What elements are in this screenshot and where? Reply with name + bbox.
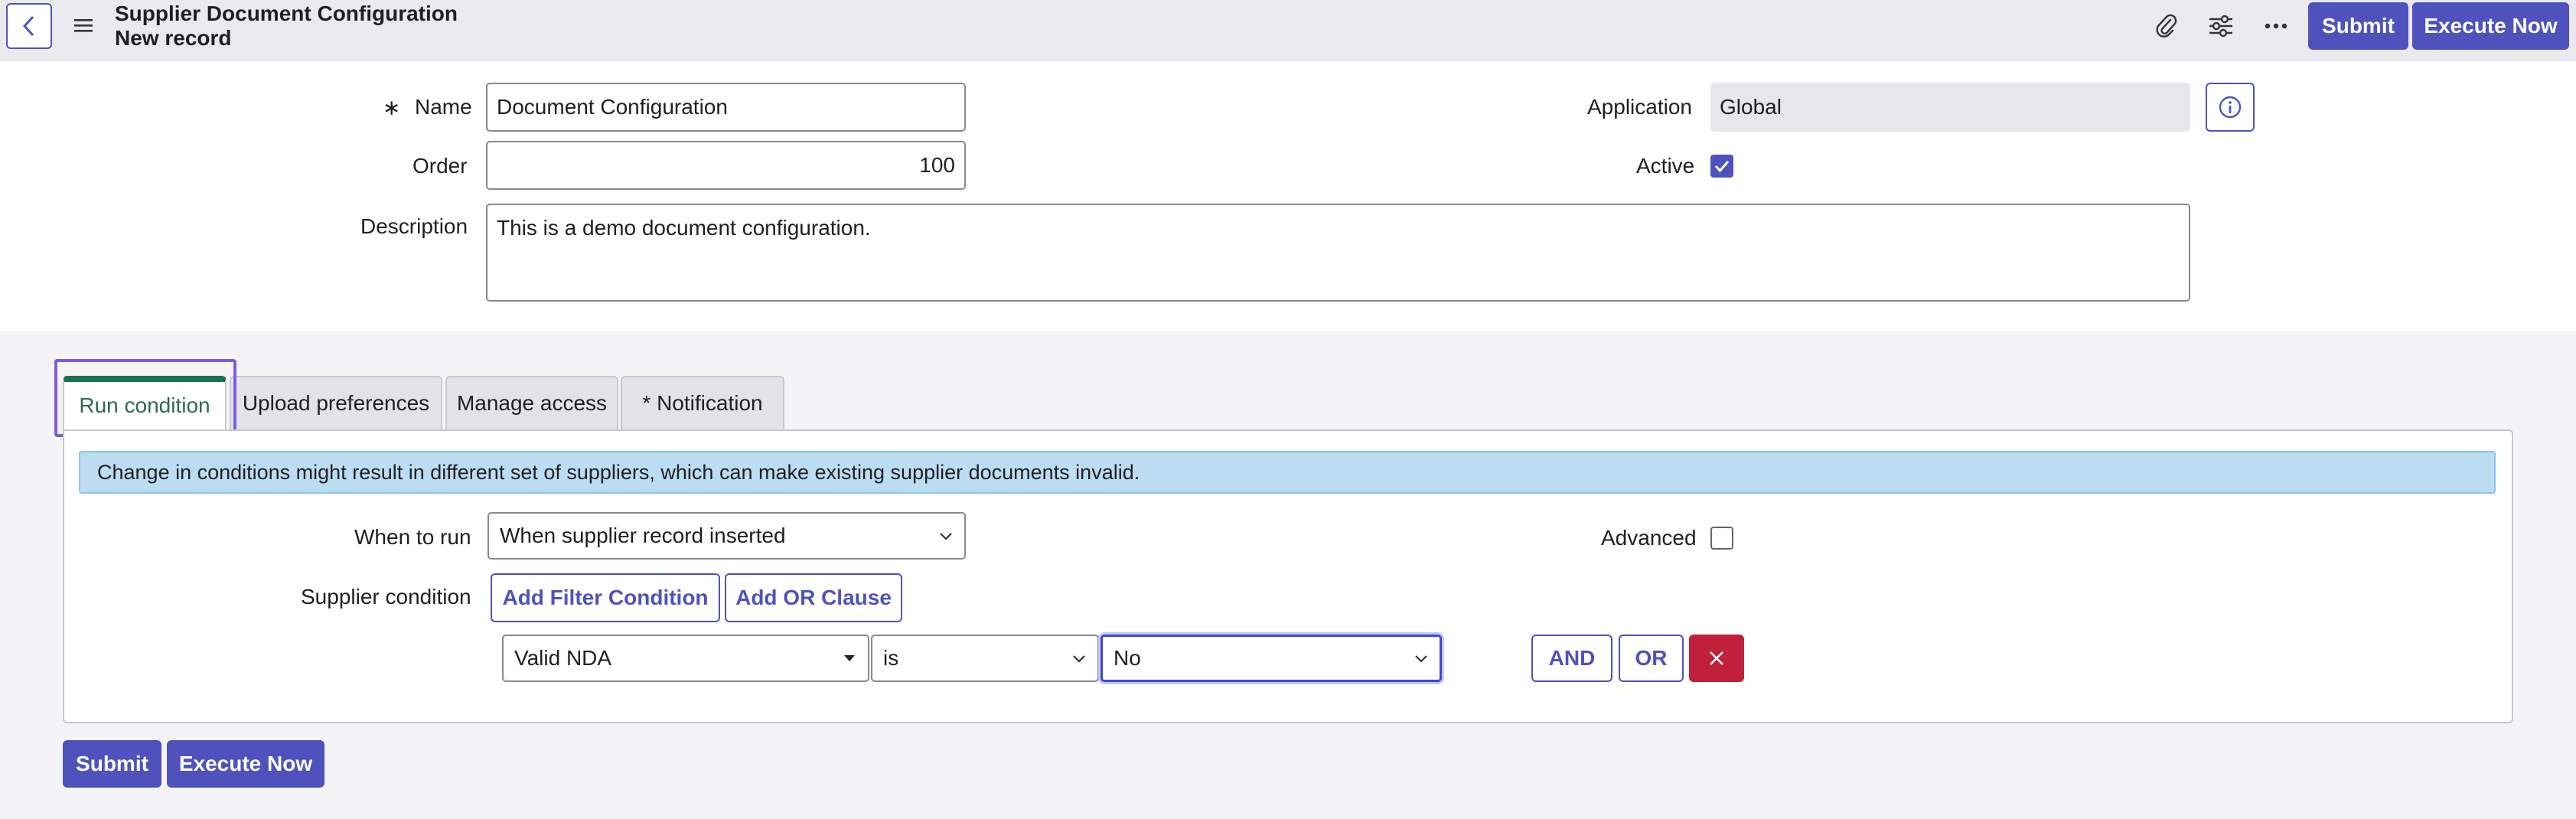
attachment-icon[interactable] [2150,11,2181,41]
checkmark-icon [1714,161,1730,173]
when-to-run-select[interactable]: When supplier record inserted [487,512,966,560]
record-header: Supplier Document Configuration New reco… [0,0,2576,61]
form-title-main: Supplier Document Configuration [115,2,458,25]
tab-notification[interactable]: * Notification [621,376,784,429]
add-filter-condition-button[interactable]: Add Filter Condition [491,573,720,622]
advanced-checkbox[interactable] [1710,527,1733,550]
form-subtitle: New record [115,26,232,50]
chevron-left-icon [22,15,34,37]
close-icon [1710,651,1723,665]
application-info-button[interactable] [2206,83,2255,132]
advanced-label: Advanced [1601,526,1697,550]
when-to-run-label: When to run [354,525,471,549]
add-or-clause-button[interactable]: Add OR Clause [725,573,902,622]
info-banner: Change in conditions might result in dif… [79,451,2496,494]
context-menu-icon[interactable] [73,15,93,35]
active-label: Active [1636,154,1695,178]
active-checkbox[interactable] [1710,155,1733,178]
description-textarea[interactable]: This is a demo document configuration. [486,204,2190,302]
chevron-down-icon [940,533,952,540]
condition-field-value: Valid NDA [514,646,612,670]
condition-value-select[interactable]: No [1101,635,1442,682]
or-button[interactable]: OR [1619,635,1684,682]
back-button[interactable] [6,3,52,49]
application-label: Application [1587,95,1692,119]
condition-field-select[interactable]: Valid NDA [502,635,869,682]
and-button[interactable]: AND [1531,635,1612,682]
delete-condition-button[interactable] [1689,635,1744,682]
name-required-mark: ∗ [383,96,401,119]
more-options-icon[interactable] [2261,11,2291,41]
info-icon [2219,96,2242,119]
footer-execute-now-button[interactable]: Execute Now [167,740,324,788]
footer-submit-button[interactable]: Submit [63,740,161,788]
application-field: Global [1710,83,2190,132]
name-input[interactable]: Document Configuration [486,83,966,132]
order-label: Order [412,154,468,178]
header-submit-button[interactable]: Submit [2308,2,2408,50]
when-to-run-value: When supplier record inserted [500,524,786,547]
condition-value-value: No [1114,646,1141,670]
form-title: Supplier Document Configuration New reco… [115,2,458,51]
description-label: Description [360,214,468,238]
header-execute-now-button[interactable]: Execute Now [2412,2,2569,50]
condition-operator-select[interactable]: is [871,635,1099,682]
caret-down-icon [844,655,855,661]
personalize-form-icon[interactable] [2206,11,2236,41]
tab-upload-preferences[interactable]: Upload preferences [230,376,442,429]
chevron-down-icon [1073,655,1085,663]
name-label: Name [415,95,472,119]
supplier-condition-label: Supplier condition [301,585,471,609]
tab-manage-access[interactable]: Manage access [445,376,618,429]
condition-operator-value: is [883,646,899,670]
focus-highlight [54,359,236,437]
order-input[interactable]: 100 [486,141,966,190]
chevron-down-icon [1415,655,1427,663]
